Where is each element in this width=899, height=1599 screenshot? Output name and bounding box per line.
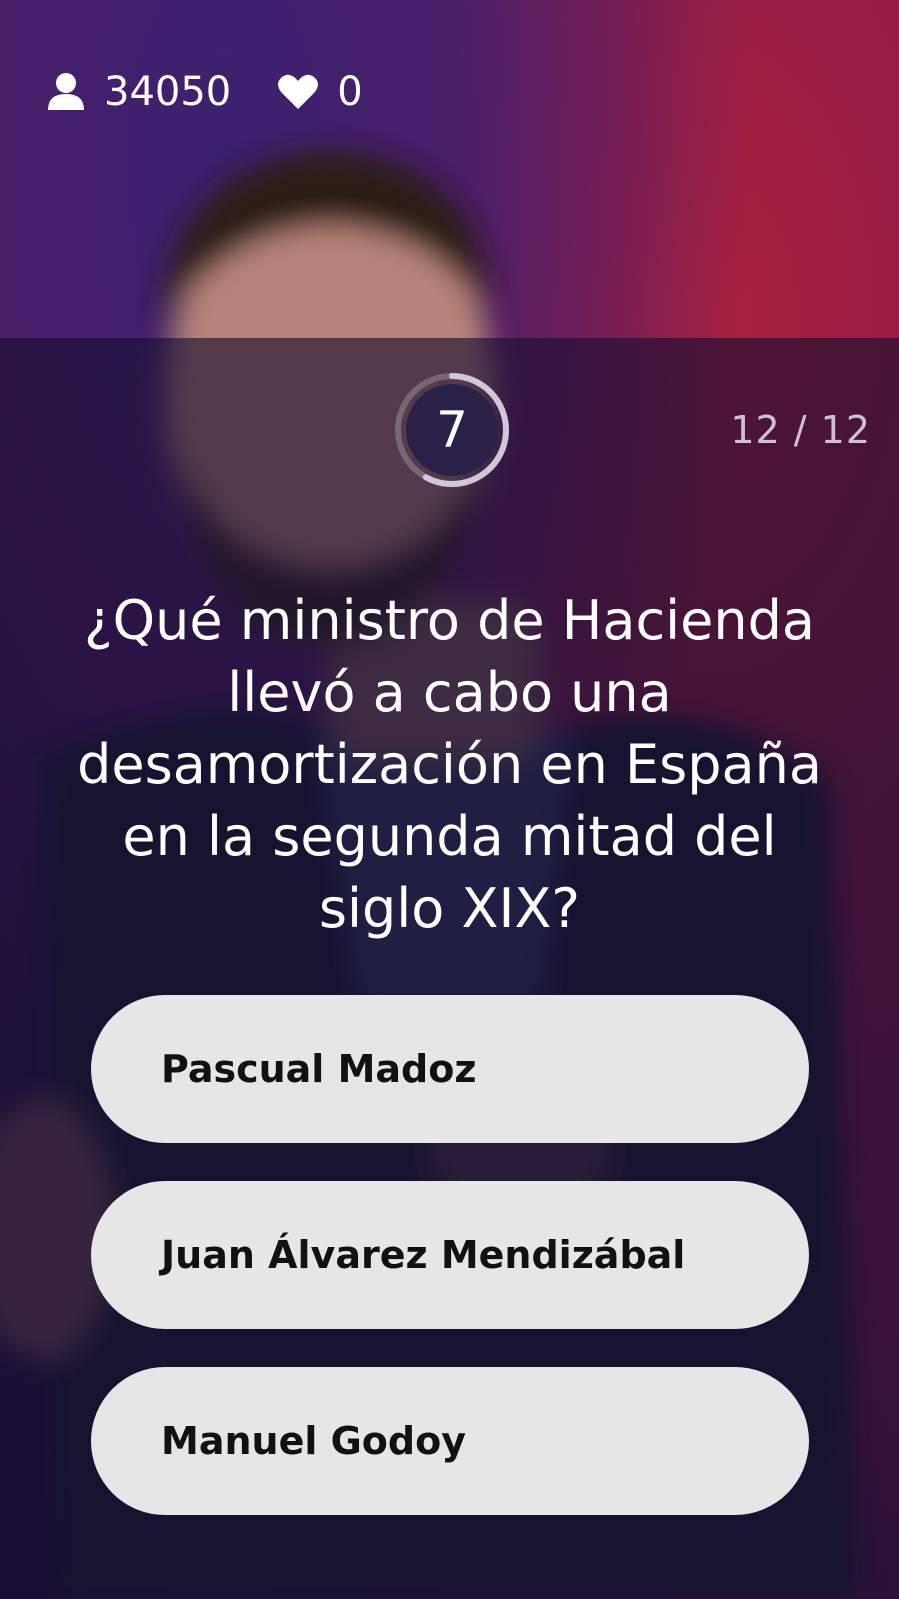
viewer-count: 34050 [46,69,231,115]
like-count-value: 0 [337,69,363,115]
answer-list: Pascual Madoz Juan Álvarez Mendizábal Ma… [91,995,809,1553]
live-stats: 34050 0 [46,64,363,120]
heart-icon[interactable] [277,73,319,111]
countdown-timer: 7 [392,370,512,490]
answer-option-1[interactable]: Pascual Madoz [91,995,809,1143]
timer-seconds: 7 [436,401,468,459]
answer-option-2[interactable]: Juan Álvarez Mendizábal [91,1181,809,1329]
quiz-screen: 34050 0 7 12 / 12 ¿Qué ministro de Hacie… [0,0,899,1599]
answer-option-3[interactable]: Manuel Godoy [91,1367,809,1515]
question-counter: 12 / 12 [730,408,871,452]
viewer-count-value: 34050 [104,69,232,115]
like-count[interactable]: 0 [277,69,363,115]
person-icon [46,72,86,112]
question-text: ¿Qué ministro de Hacienda llevó a cabo u… [77,589,822,940]
